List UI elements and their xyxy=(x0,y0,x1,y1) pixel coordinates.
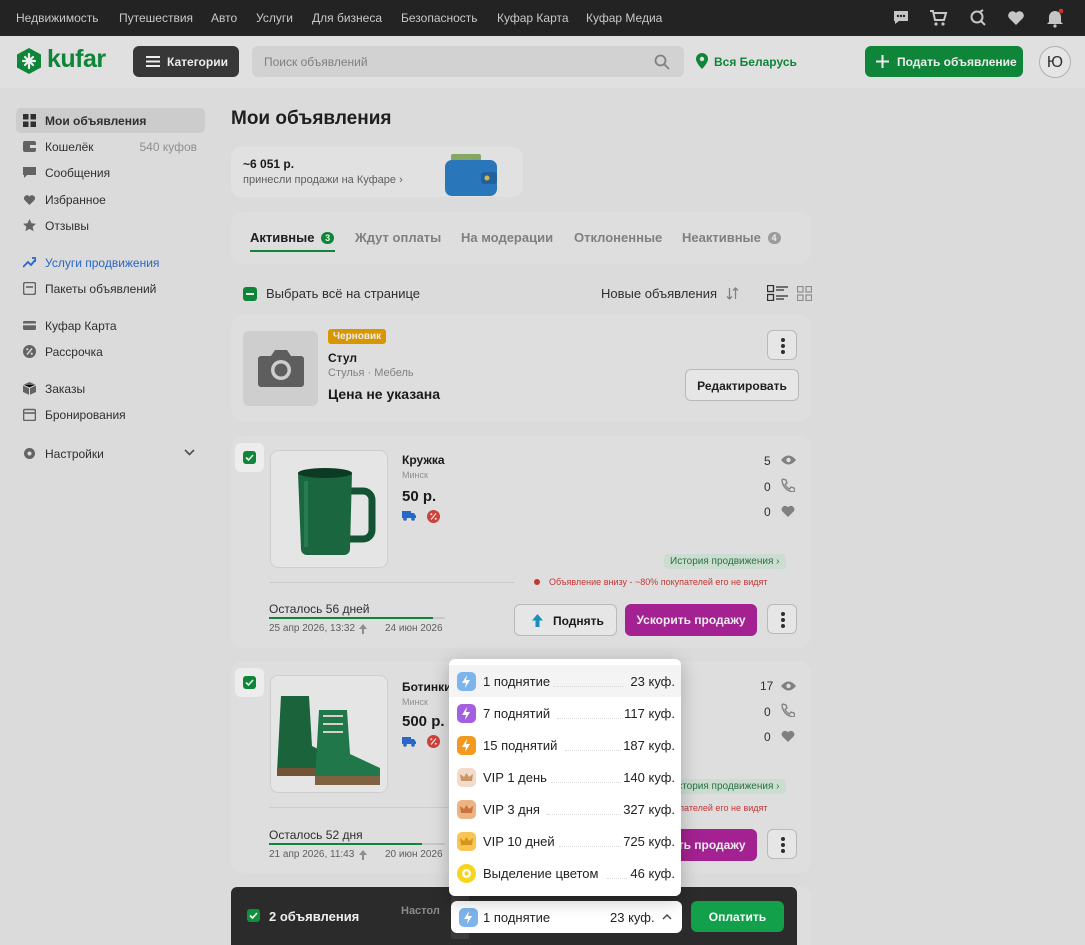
leader-dots xyxy=(607,878,627,879)
promotion-option-vip-10-days[interactable]: VIP 10 дней 725 куф. xyxy=(449,825,681,857)
option-price: 23 куф. xyxy=(630,674,675,689)
selected-count: 2 объявления xyxy=(269,909,360,924)
leader-dots xyxy=(565,750,621,751)
raise-icon xyxy=(457,672,476,691)
raise-icon xyxy=(457,704,476,723)
crown-icon xyxy=(457,832,476,851)
promotion-option-1-raise[interactable]: 1 поднятие 23 куф. xyxy=(449,665,681,697)
option-label: VIP 10 дней xyxy=(483,834,555,849)
check-icon xyxy=(249,912,258,920)
peek-listing-title: Настол xyxy=(401,905,440,917)
option-label: VIP 3 дня xyxy=(483,802,540,817)
option-price: 327 куф. xyxy=(623,802,675,817)
bulk-checkbox[interactable] xyxy=(247,909,260,922)
promotion-option-15-raises[interactable]: 15 поднятий 187 куф. xyxy=(449,729,681,761)
chevron-up-icon xyxy=(662,914,672,920)
leader-dots xyxy=(547,814,621,815)
option-label: 15 поднятий xyxy=(483,738,558,753)
leader-dots xyxy=(553,686,623,687)
highlight-icon xyxy=(457,864,476,883)
selected-option-price: 23 куф. xyxy=(610,910,655,925)
option-price: 140 куф. xyxy=(623,770,675,785)
option-label: 1 поднятие xyxy=(483,674,551,689)
selected-option-label: 1 поднятие xyxy=(483,910,551,925)
promotion-option-color-highlight[interactable]: Выделение цветом 46 куф. xyxy=(449,857,681,889)
promotion-options-dropdown: 1 поднятие 23 куф. 7 поднятий 117 куф. 1… xyxy=(449,659,681,896)
promotion-option-vip-1-day[interactable]: VIP 1 день 140 куф. xyxy=(449,761,681,793)
crown-icon xyxy=(457,768,476,787)
leader-dots xyxy=(557,718,623,719)
leader-dots xyxy=(559,846,621,847)
raise-icon xyxy=(457,736,476,755)
option-price: 725 куф. xyxy=(623,834,675,849)
leader-dots xyxy=(551,782,621,783)
pay-button[interactable]: Оплатить xyxy=(691,901,784,932)
option-price: 46 куф. xyxy=(630,866,675,881)
promotion-option-7-raises[interactable]: 7 поднятий 117 куф. xyxy=(449,697,681,729)
promotion-option-vip-3-days[interactable]: VIP 3 дня 327 куф. xyxy=(449,793,681,825)
option-label: VIP 1 день xyxy=(483,770,547,785)
option-price: 117 куф. xyxy=(624,706,675,721)
option-label: Выделение цветом xyxy=(483,866,599,881)
promotion-select[interactable]: 1 поднятие 23 куф. xyxy=(451,901,682,933)
pay-label: Оплатить xyxy=(708,910,767,924)
raise-icon xyxy=(459,908,478,927)
option-label: 7 поднятий xyxy=(483,706,551,721)
option-price: 187 куф. xyxy=(623,738,675,753)
crown-icon xyxy=(457,800,476,819)
